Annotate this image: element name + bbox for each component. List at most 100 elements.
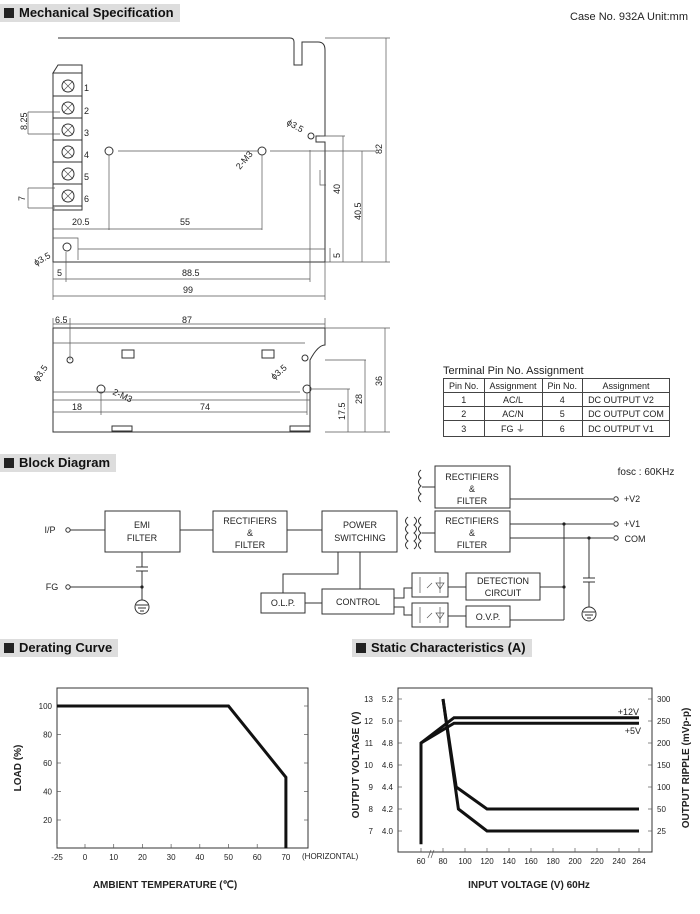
table-row: 2 AC/N 5 DC OUTPUT COM xyxy=(443,406,670,421)
cell: AC/N xyxy=(483,406,543,421)
table-header-row: Pin No. Assignment Pin No. Assignment xyxy=(443,378,670,393)
block-text: RECTIFIERS xyxy=(223,516,277,526)
block-text: O.V.P. xyxy=(476,612,501,622)
x-tick-label: 80 xyxy=(439,857,448,866)
block-text: EMI xyxy=(134,520,150,530)
dim-label: 40.5 xyxy=(353,202,363,220)
pin-table-caption: Terminal Pin No. Assignment xyxy=(443,365,584,377)
dim-label: 8.25 xyxy=(19,112,29,130)
y2-tick-label: 50 xyxy=(657,805,666,814)
block-text: RECTIFIERS xyxy=(445,472,499,482)
fosc-label: fosc : 60KHz xyxy=(618,467,675,478)
terminal-screw-cross xyxy=(62,80,74,92)
y-tick-label-12v: 13 xyxy=(364,695,373,704)
terminal-label: 3 xyxy=(84,128,89,138)
x-tick-label: 264 xyxy=(632,857,646,866)
dim-label: 55 xyxy=(180,217,190,227)
cell: 1 xyxy=(443,392,485,407)
ip-label: I/P xyxy=(44,525,55,535)
terminal-screw-cross xyxy=(62,146,74,158)
y-tick-label-5v: 4.6 xyxy=(382,761,394,770)
mechanical-top-view: 1 2 3 4 5 6 8.25 7 20.5 55 5 88.5 99 82 … xyxy=(17,37,390,300)
transformer-icon xyxy=(405,469,435,550)
dim-label: 2-M3 xyxy=(234,149,255,171)
dim-label: 82 xyxy=(374,144,384,154)
block-text: O.L.P. xyxy=(271,598,295,608)
x-axis-label: AMBIENT TEMPERATURE (℃) xyxy=(93,880,237,891)
block-diagram: fosc : 60KHz I/P FG EMI FILTER RECTIFIER… xyxy=(44,465,675,628)
block-text: FILTER xyxy=(127,533,158,543)
block-text: FILTER xyxy=(457,496,488,506)
cell: 3 xyxy=(443,420,485,437)
y2-tick-label: 150 xyxy=(657,761,671,770)
cell: AC/L xyxy=(483,392,543,407)
header-cell: Pin No. xyxy=(443,378,485,393)
dim-label: 87 xyxy=(182,315,192,325)
x-tick-label: 120 xyxy=(480,857,494,866)
table-row: 1 AC/L 4 DC OUTPUT V2 xyxy=(443,392,670,407)
series-label-12v: +12V xyxy=(618,707,639,717)
block-text: SWITCHING xyxy=(334,533,386,543)
dim-label: ϕ3.5 xyxy=(285,117,305,134)
x-tick-label: 60 xyxy=(417,857,426,866)
y2-axis-label: OUTPUT RIPPLE (mVp-p) xyxy=(681,708,692,829)
cell: DC OUTPUT V1 xyxy=(582,420,670,437)
dim-label: ϕ3.5 xyxy=(31,363,49,383)
block-text: & xyxy=(247,528,253,538)
plot-area xyxy=(56,687,309,849)
y-tick-label: 20 xyxy=(43,816,52,825)
y-tick-label-12v: 12 xyxy=(364,717,373,726)
block-text: RECTIFIERS xyxy=(445,516,499,526)
dim-label: ϕ3.5 xyxy=(269,363,289,382)
series-label-5v: +5V xyxy=(625,726,641,736)
x-tick-label: 180 xyxy=(546,857,560,866)
dim-label: ϕ3.5 xyxy=(32,250,52,267)
terminal-screw-cross xyxy=(62,102,74,114)
x-tick-label: 140 xyxy=(502,857,516,866)
x-tick-label: -25 xyxy=(51,853,63,862)
block-text: & xyxy=(469,484,475,494)
dim-label: 74 xyxy=(200,402,210,412)
terminal-screw-cross xyxy=(62,124,74,136)
y2-tick-label: 250 xyxy=(657,717,671,726)
terminal-label: 2 xyxy=(84,106,89,116)
series-line xyxy=(441,698,639,811)
y-tick-label-12v: 10 xyxy=(364,761,373,770)
derating-chart: -25 0 10 20 30 40 50 60 70 20 40 60 80 100 (HORIZONTA… xyxy=(13,687,359,891)
block-text: FILTER xyxy=(235,540,266,550)
x-axis-label: INPUT VOLTAGE (V) 60Hz xyxy=(468,880,590,891)
y-tick-label: 40 xyxy=(43,788,52,797)
dim-label: 28 xyxy=(354,394,364,404)
x-tick-label: 200 xyxy=(568,857,582,866)
x-tick-label: 10 xyxy=(109,853,118,862)
table-row: 3 FG ⏚ 6 DC OUTPUT V1 xyxy=(443,420,670,437)
dim-label: 18 xyxy=(72,402,82,412)
terminal-label: 4 xyxy=(84,150,89,160)
header-cell: Assignment xyxy=(582,378,670,393)
block-text: DETECTION xyxy=(477,576,529,586)
y-tick-label-5v: 4.8 xyxy=(382,739,394,748)
x-tick-label: 220 xyxy=(590,857,604,866)
y-axis-label: OUTPUT VOLTAGE (V) xyxy=(351,712,362,819)
x-tick-label: 0 xyxy=(83,853,88,862)
dim-label: 99 xyxy=(183,285,193,295)
y-tick-label-5v: 4.2 xyxy=(382,805,394,814)
pin-assignment-table: Pin No. Assignment Pin No. Assignment 1A… xyxy=(443,378,670,437)
terminal-label: 1 xyxy=(84,83,89,93)
terminal-screw-cross xyxy=(62,168,74,180)
header-cell: Pin No. xyxy=(541,378,584,393)
cell: DC OUTPUT COM xyxy=(582,406,670,421)
header-cell: Assignment xyxy=(483,378,543,393)
x-note: (HORIZONTAL) xyxy=(302,852,359,861)
dim-label: 7 xyxy=(17,196,27,201)
dim-label: 6.5 xyxy=(55,315,68,325)
emi-filter-block xyxy=(104,510,181,553)
mechanical-side-view: 6.5 87 18 74 36 28 17.5 ϕ3.5 ϕ3.5 2-M3 xyxy=(31,315,390,433)
y-tick-label-12v: 9 xyxy=(369,783,374,792)
fg-label: FG xyxy=(46,582,59,592)
cell: 6 xyxy=(541,420,584,437)
block-text: CIRCUIT xyxy=(485,588,522,598)
block-text: POWER xyxy=(343,520,378,530)
dim-label: 17.5 xyxy=(337,402,347,420)
x-tick-label: 160 xyxy=(524,857,538,866)
